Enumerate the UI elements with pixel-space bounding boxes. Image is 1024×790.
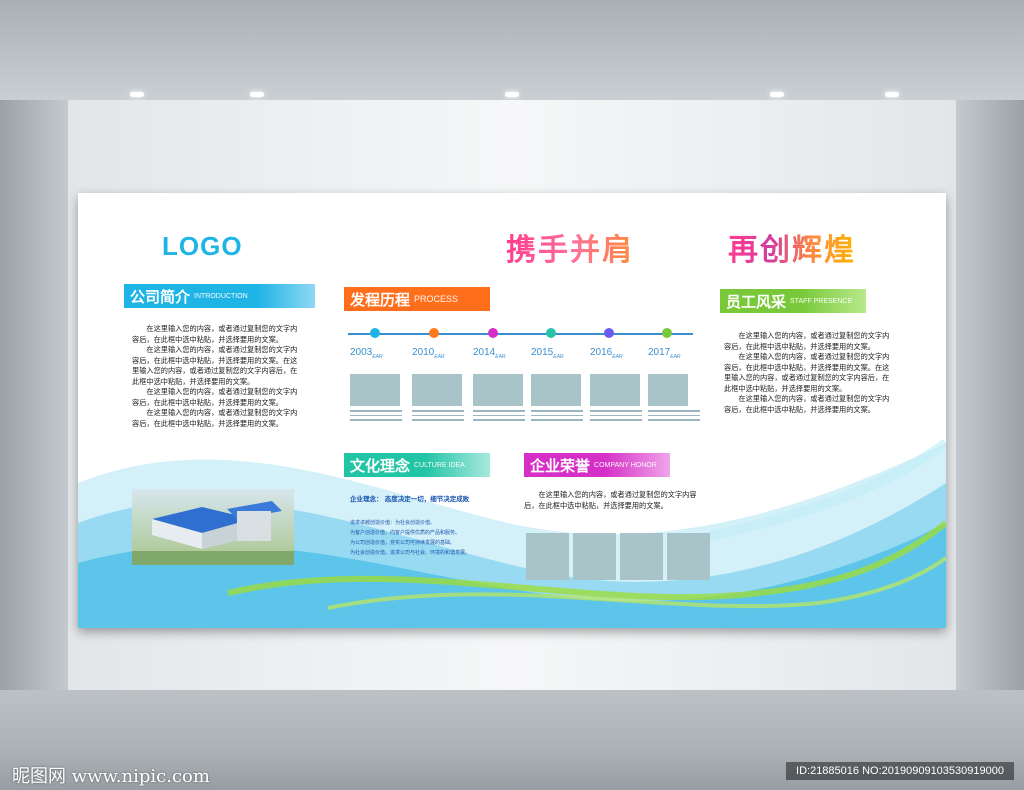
- timeline-photo-placeholder: [350, 374, 400, 406]
- timeline-dot: [429, 328, 439, 338]
- culture-line: 为客户创造价值，向客户提供优质的产品和服务。: [350, 530, 461, 536]
- honor-title-cn: 企业荣誉: [530, 456, 591, 475]
- timeline-photo-placeholder: [590, 374, 640, 406]
- company-intro-paragraph: 在这里输入您的内容，或者通过复制您的文字内容后，在此框中选中粘贴，并选择要用的文…: [132, 408, 298, 428]
- side-wall-left: [0, 100, 68, 690]
- culture-line: 为社会创造价值，追求公司与社会、环境的和谐发展。: [350, 550, 471, 556]
- timeline-year: 2015EAR: [531, 347, 564, 360]
- timeline-entry: 2014EAR: [473, 347, 525, 424]
- honor-photo-placeholder: [526, 533, 569, 580]
- culture-title-en: CULTURE IDEA: [414, 461, 465, 469]
- timeline-dot: [546, 328, 556, 338]
- company-intro-title-en: INTRODUCTION: [194, 292, 248, 300]
- factory-building-image: [132, 501, 294, 565]
- honor-paragraph: 在这里输入您的内容，或者通过复制您的文字内容后，在此框中选中粘贴，并选择要用的文…: [524, 490, 697, 510]
- history-title-cn: 发程历程: [350, 290, 411, 309]
- timeline-note: [412, 360, 464, 374]
- company-intro-body: 在这里输入您的内容，或者通过复制您的文字内容后，在此框中选中粘贴，并选择要用的文…: [132, 324, 300, 429]
- timeline-entry: 2017EAR: [648, 347, 700, 424]
- culture-line: 为公司创造价值，夯实公司可持续发展的基础。: [350, 540, 456, 546]
- honor-title: 企业荣誉 COMPANY HONOR: [524, 453, 670, 477]
- timeline-text-lines: [648, 410, 700, 421]
- culture-line: 追求卓越创造价值：为社会创造价值。: [350, 520, 436, 526]
- history-title-en: PROCESS: [414, 294, 459, 304]
- timeline-entry: 2003EAR: [350, 347, 402, 424]
- timeline-dot: [662, 328, 672, 338]
- staff-title-cn: 员工风采: [726, 292, 787, 311]
- staff-body: 在这里输入您的内容，或者通过复制您的文字内容后，在此框中选中粘贴，并选择要用的文…: [724, 331, 896, 415]
- ceiling-light: [250, 92, 264, 97]
- timeline-note: [590, 360, 642, 374]
- company-intro-paragraph: 在这里输入您的内容，或者通过复制您的文字内容后，在此框中选中粘贴，并选择要用的文…: [132, 324, 298, 344]
- timeline-text-lines: [473, 410, 525, 421]
- timeline-year: 2014EAR: [473, 347, 506, 360]
- timeline-note: [473, 360, 525, 374]
- timeline-text-lines: [531, 410, 583, 421]
- timeline-photo-placeholder: [412, 374, 462, 406]
- company-intro-paragraph: 在这里输入您的内容，或者通过复制您的文字内容后，在此框中选中粘贴，并选择要用的文…: [132, 345, 298, 386]
- ceiling-light: [885, 92, 899, 97]
- watermark-site: 昵图网 www.nipic.com: [12, 766, 210, 787]
- slogan-part-2: 再创辉煌: [728, 225, 856, 269]
- culture-title: 文化理念 CULTURE IDEA: [344, 453, 490, 477]
- timeline-note: [350, 360, 402, 374]
- timeline-photo-placeholder: [473, 374, 523, 406]
- company-intro-paragraph: 在这里输入您的内容，或者通过复制您的文字内容后，在此框中选中粘贴，并选择要用的文…: [132, 387, 298, 407]
- honor-photo-placeholder: [573, 533, 616, 580]
- culture-title-cn: 文化理念: [350, 456, 411, 475]
- timeline-text-lines: [412, 410, 464, 421]
- timeline-year: 2017EAR: [648, 347, 681, 360]
- timeline-dot: [370, 328, 380, 338]
- culture-motto: 企业理念： 态度决定一切，细节决定成败: [350, 495, 470, 503]
- timeline-line: [348, 328, 693, 338]
- honor-body: 在这里输入您的内容，或者通过复制您的文字内容后，在此框中选中粘贴，并选择要用的文…: [524, 490, 710, 511]
- timeline-year: 2010EAR: [412, 347, 445, 360]
- logo: LOGO: [162, 231, 243, 261]
- staff-paragraph: 在这里输入您的内容，或者通过复制您的文字内容后，在此框中选中粘贴，并选择要用的文…: [724, 394, 890, 414]
- timeline-note: [531, 360, 583, 374]
- staff-paragraph: 在这里输入您的内容，或者通过复制您的文字内容后，在此框中选中粘贴，并选择要用的文…: [724, 331, 890, 351]
- timeline-entry: 2010EAR: [412, 347, 464, 424]
- honor-photo-placeholder: [620, 533, 663, 580]
- culture-lines: 追求卓越创造价值：为社会创造价值。 为客户创造价值，向客户提供优质的产品和服务。…: [350, 518, 500, 558]
- factory-photo: [132, 489, 294, 565]
- timeline-text-lines: [350, 410, 402, 421]
- timeline-entry: 2015EAR: [531, 347, 583, 424]
- display-board: LOGO 携手并肩 再创辉煌 公司简介 INTRODUCTION 在这里输入您的…: [78, 193, 946, 628]
- timeline-text-lines: [590, 410, 642, 421]
- company-intro-title: 公司简介 INTRODUCTION: [124, 284, 315, 308]
- timeline-note: [648, 360, 700, 374]
- staff-title-en: STAFF PRESENCE: [790, 297, 853, 305]
- staff-paragraph: 在这里输入您的内容，或者通过复制您的文字内容后，在此框中选中粘贴，并选择要用的文…: [724, 352, 890, 393]
- honor-photo-placeholder: [667, 533, 710, 580]
- watermark-id: ID:21885016 NO:20190909103530919000: [786, 762, 1014, 780]
- ceiling-light: [770, 92, 784, 97]
- honor-title-en: COMPANY HONOR: [594, 461, 657, 469]
- timeline-photo-placeholder: [531, 374, 581, 406]
- timeline-dot: [488, 328, 498, 338]
- ceiling-light: [130, 92, 144, 97]
- history-title: 发程历程 PROCESS: [344, 287, 490, 311]
- staff-title: 员工风采 STAFF PRESENCE: [720, 289, 866, 313]
- ceiling: [0, 0, 1024, 100]
- timeline-year: 2016EAR: [590, 347, 623, 360]
- timeline-year: 2003EAR: [350, 347, 383, 360]
- company-intro-title-cn: 公司简介: [130, 287, 191, 306]
- ceiling-light: [505, 92, 519, 97]
- timeline-photo-placeholder: [648, 374, 688, 406]
- timeline-entry: 2016EAR: [590, 347, 642, 424]
- timeline-dot: [604, 328, 614, 338]
- slogan-part-1: 携手并肩: [506, 225, 634, 269]
- side-wall-right: [956, 100, 1024, 690]
